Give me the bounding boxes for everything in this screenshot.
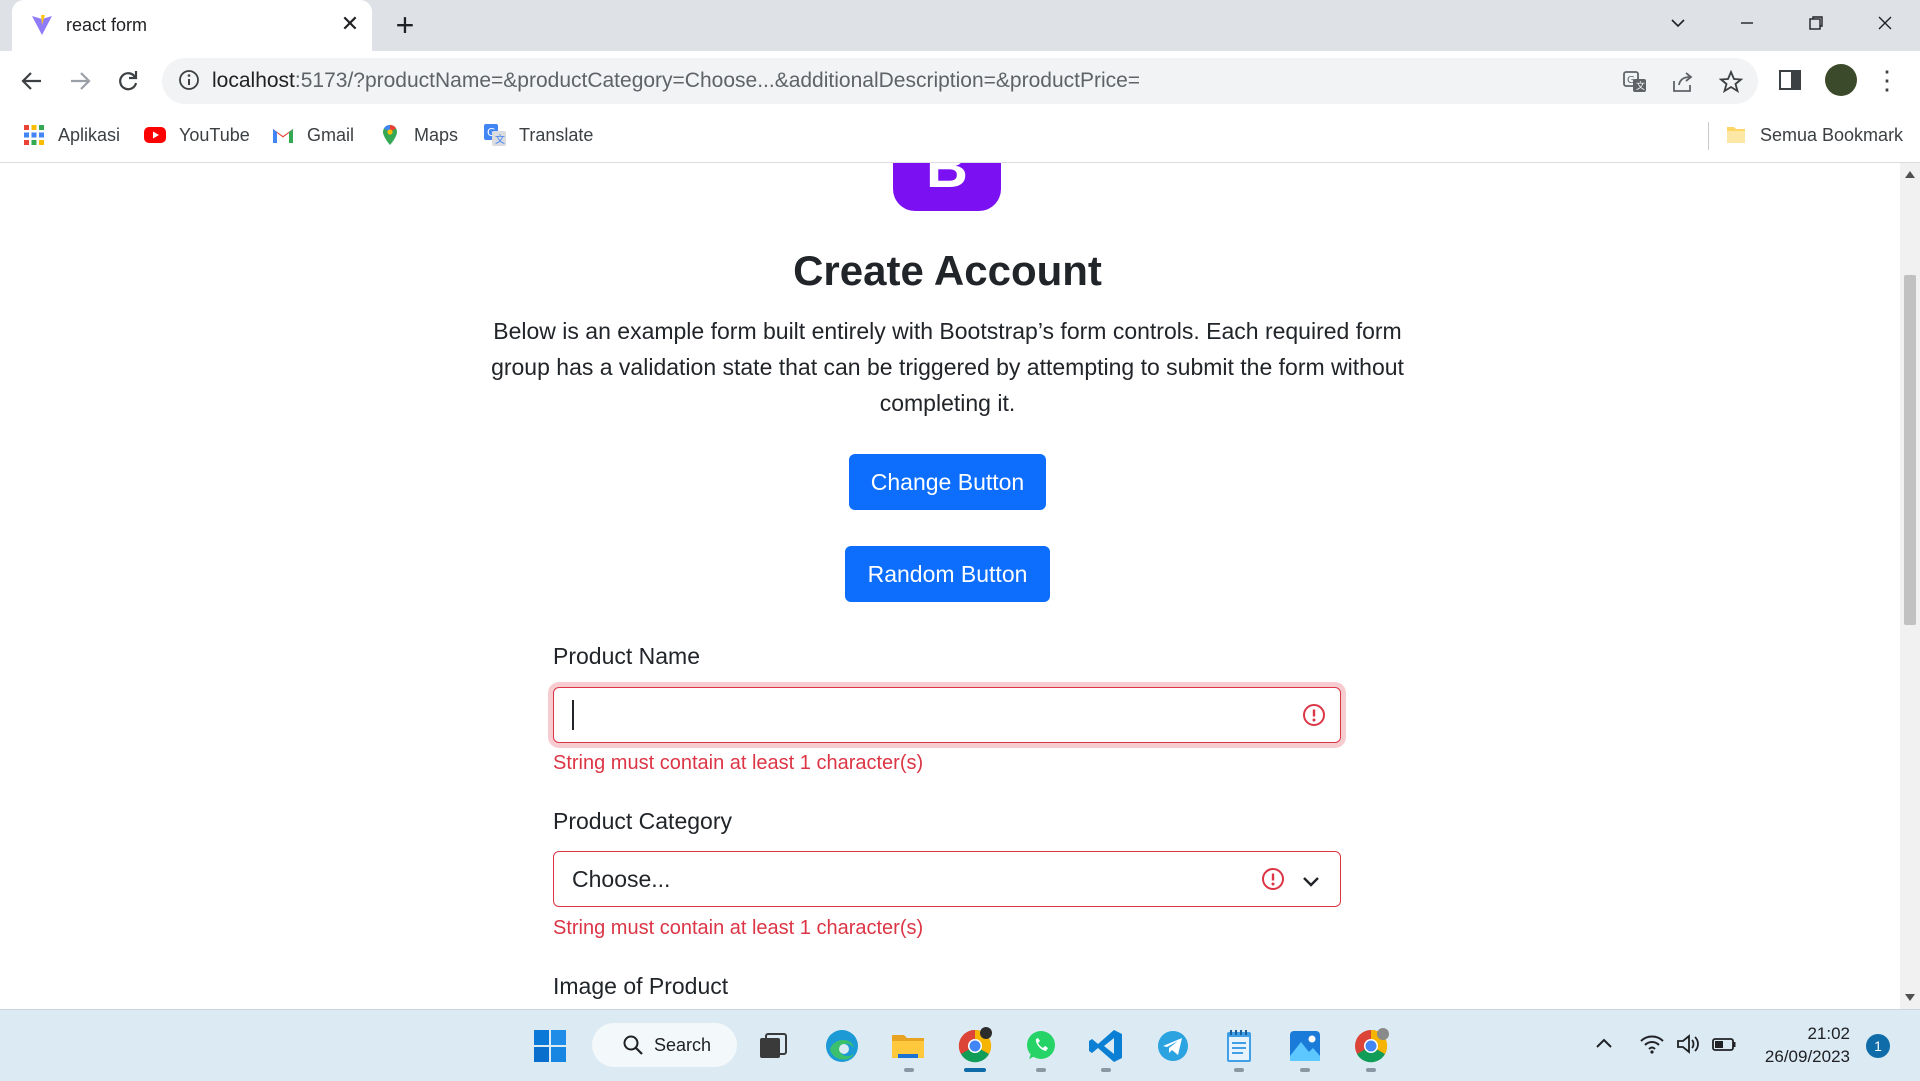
all-bookmarks-label: Semua Bookmark [1760,124,1904,145]
bookmark-youtube[interactable]: YouTube [143,120,250,150]
running-indicator [1036,1068,1046,1072]
show-hidden-icons-icon[interactable] [1590,1030,1618,1058]
bookmark-label: Translate [519,124,594,145]
new-tab-button[interactable]: + [390,9,420,41]
whatsapp-icon[interactable] [1021,1026,1061,1066]
chrome-profile-icon[interactable] [1351,1026,1391,1066]
bookmark-translate[interactable]: G文 Translate [483,120,593,150]
text-caret [572,700,574,730]
browser-tab[interactable]: react form ✕ [12,0,372,51]
page-viewport: B Create Account Below is an example for… [0,163,1900,1009]
svg-text:文: 文 [495,133,505,146]
tab-close-icon[interactable]: ✕ [338,12,362,36]
page-title: Create Account [793,247,1102,294]
running-indicator [1366,1068,1376,1072]
running-indicator [904,1068,914,1072]
taskbar-search[interactable]: Search [592,1023,737,1067]
wifi-icon[interactable] [1638,1030,1666,1058]
bookmark-apps[interactable]: Aplikasi [22,120,120,150]
scrollbar-thumb[interactable] [1904,275,1916,625]
bookmark-star-icon[interactable] [1718,69,1744,95]
bookmark-label: Aplikasi [58,124,121,145]
edge-icon[interactable] [822,1026,862,1066]
windows-taskbar: Search 21:02 26/09/2023 1 [0,1009,1920,1081]
photos-icon[interactable] [1285,1026,1325,1066]
url-text[interactable]: localhost:5173/?productName=&productCate… [212,69,1140,93]
error-icon [1262,868,1284,890]
bookmark-maps[interactable]: Maps [378,120,458,150]
system-clock[interactable]: 21:02 26/09/2023 [1740,1022,1850,1068]
running-indicator [1300,1068,1310,1072]
vite-favicon-icon [32,15,52,35]
telegram-icon[interactable] [1153,1026,1193,1066]
bookmark-label: YouTube [179,124,250,145]
bookmark-label: Gmail [307,124,355,145]
bookmark-label: Maps [414,124,459,145]
error-icon [1303,704,1325,726]
profile-avatar[interactable] [1825,64,1857,96]
back-icon[interactable] [16,65,48,97]
side-panel-icon[interactable] [1776,66,1804,94]
vscode-icon[interactable] [1086,1026,1126,1066]
windows-start-icon[interactable] [530,1026,570,1066]
change-button[interactable]: Change Button [849,454,1046,510]
product-category-error: String must contain at least 1 character… [553,917,924,939]
minimize-icon[interactable] [1727,8,1767,38]
active-indicator [964,1068,986,1072]
volume-icon[interactable] [1674,1030,1702,1058]
bookmarks-bar: Aplikasi YouTube Gmail Maps G文 Translate… [0,110,1920,163]
browser-toolbar: localhost:5173/?productName=&productCate… [0,51,1920,110]
share-icon[interactable] [1670,69,1696,95]
tab-search-icon[interactable] [1658,8,1698,38]
bookmark-separator [1708,122,1709,150]
file-explorer-icon[interactable] [888,1026,928,1066]
image-of-product-label: Image of Product [553,973,729,999]
bookmark-gmail[interactable]: Gmail [271,120,354,150]
gmail-icon [273,129,293,143]
forward-icon[interactable] [64,65,96,97]
maps-icon [383,125,397,145]
tab-strip: react form ✕ + [0,0,1920,51]
notepad-icon[interactable] [1219,1026,1259,1066]
translate-icon: G文 [484,124,506,146]
notification-badge[interactable]: 1 [1866,1034,1890,1058]
tab-title: react form [66,15,148,35]
bootstrap-logo: B [893,163,1001,211]
random-button[interactable]: Random Button [845,546,1050,602]
svg-text:文: 文 [1636,80,1645,92]
scroll-down-icon[interactable] [1905,994,1915,1001]
running-indicator [1234,1068,1244,1072]
product-name-input[interactable] [553,687,1341,743]
clock-date: 26/09/2023 [1764,1047,1850,1066]
restore-icon[interactable] [1796,8,1836,38]
reload-icon[interactable] [112,65,144,97]
folder-icon [1727,127,1745,143]
translate-page-icon[interactable]: G文 [1622,69,1648,95]
product-name-error: String must contain at least 1 character… [553,752,924,774]
page-description: Below is an example form built entirely … [491,318,1404,416]
page-scrollbar[interactable] [1900,163,1920,1009]
running-indicator [1101,1068,1111,1072]
product-category-label: Product Category [553,808,732,834]
product-name-label: Product Name [553,643,701,669]
product-category-select[interactable]: Choose... [553,851,1341,907]
apps-grid-icon [24,125,44,145]
clock-time: 21:02 [1807,1024,1850,1043]
site-info-icon[interactable] [178,69,200,91]
close-window-icon[interactable] [1865,8,1905,38]
youtube-icon [144,127,166,143]
search-label: Search [654,1034,712,1055]
address-bar[interactable]: localhost:5173/?productName=&productCate… [162,58,1758,104]
scroll-up-icon[interactable] [1905,171,1915,178]
chrome-icon[interactable] [955,1026,995,1066]
chevron-down-icon [1303,877,1319,887]
all-bookmarks[interactable]: Semua Bookmark [1724,120,1903,150]
product-category-value: Choose... [572,866,671,892]
battery-icon[interactable] [1710,1030,1738,1058]
search-icon [623,1035,643,1055]
task-view-icon[interactable] [753,1026,793,1066]
browser-menu-icon[interactable]: ⋮ [1874,65,1900,95]
